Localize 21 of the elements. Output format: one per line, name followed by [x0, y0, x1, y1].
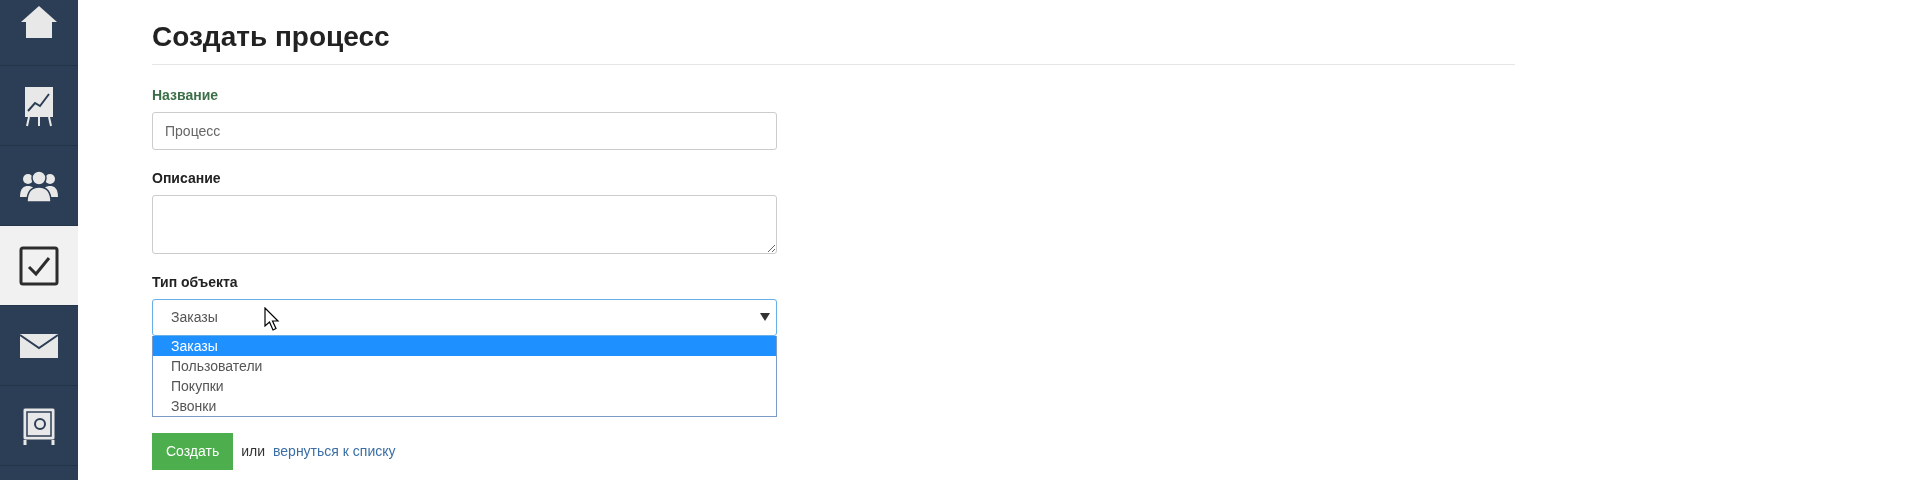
- field-label: Описание: [152, 168, 222, 188]
- mail-icon: [19, 332, 59, 359]
- name-field[interactable]: Процесс: [152, 111, 777, 150]
- safe-icon: [21, 405, 57, 446]
- sidebar-item[interactable]: [0, 226, 78, 306]
- home-icon: [19, 4, 59, 40]
- dropdown-arrow-icon: [760, 313, 770, 322]
- dropdown-option[interactable]: Звонки: [153, 395, 776, 416]
- field-label: Тип объекта: [152, 272, 239, 292]
- page-title: Создать процесс: [152, 20, 1515, 65]
- field-label: Название: [152, 85, 220, 105]
- dropdown-option[interactable]: Покупки: [153, 375, 776, 396]
- users-icon: [19, 168, 59, 203]
- back-to-list-link[interactable]: вернуться к списку: [273, 440, 396, 462]
- dropdown-option[interactable]: Пользователи: [153, 355, 776, 376]
- chart-easel-icon: [23, 84, 55, 127]
- object-type-select[interactable]: Заказы: [152, 298, 777, 336]
- or-text: или: [241, 441, 266, 461]
- checkbox-icon: [19, 245, 59, 286]
- mouse-pointer-icon: [264, 306, 280, 331]
- description-field[interactable]: [152, 194, 777, 254]
